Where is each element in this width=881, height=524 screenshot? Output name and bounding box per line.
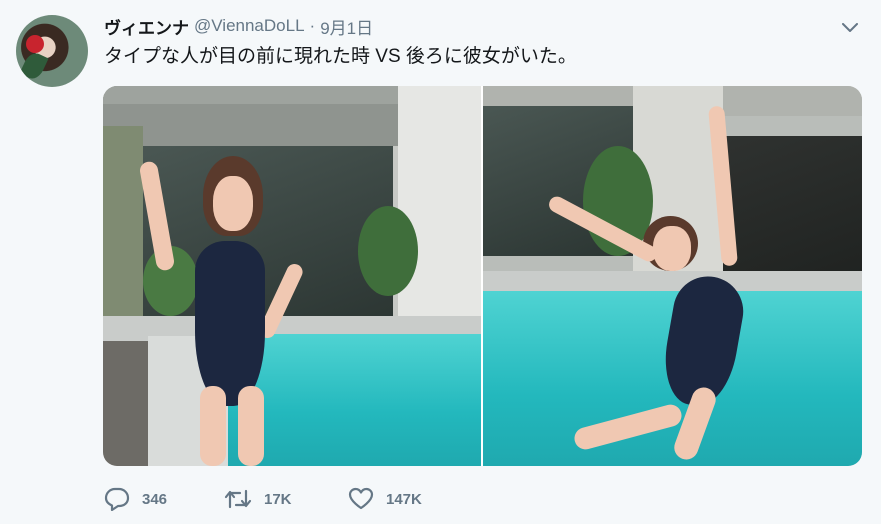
retweet-button[interactable]: 17K [224, 486, 292, 512]
tweet-header: ヴィエンナ @ViennaDoLL · 9月1日 [104, 14, 373, 38]
media-grid [103, 86, 862, 466]
avatar-rose [26, 35, 44, 53]
tweet-text: タイプな人が目の前に現れた時 VS 後ろに彼女がいた。 [104, 46, 577, 67]
heart-icon [348, 487, 374, 510]
timestamp[interactable]: 9月1日 [320, 14, 373, 39]
retweet-count: 17K [264, 490, 292, 508]
avatar-leaf [19, 49, 49, 83]
user-handle[interactable]: @ViennaDoLL [194, 16, 305, 36]
photo-left[interactable] [103, 86, 481, 466]
more-options-button[interactable] [840, 18, 860, 38]
chevron-down-icon [842, 23, 858, 32]
reply-icon [104, 487, 130, 511]
retweet-icon [224, 489, 252, 509]
photo-right[interactable] [483, 86, 862, 466]
tweet-actions: 346 17K 147K [104, 486, 704, 512]
display-name[interactable]: ヴィエンナ [104, 14, 189, 39]
reply-count: 346 [142, 490, 168, 508]
like-count: 147K [386, 490, 422, 508]
reply-button[interactable]: 346 [104, 486, 167, 512]
like-button[interactable]: 147K [348, 486, 422, 512]
separator-dot: · [309, 16, 316, 35]
avatar[interactable] [16, 15, 88, 87]
